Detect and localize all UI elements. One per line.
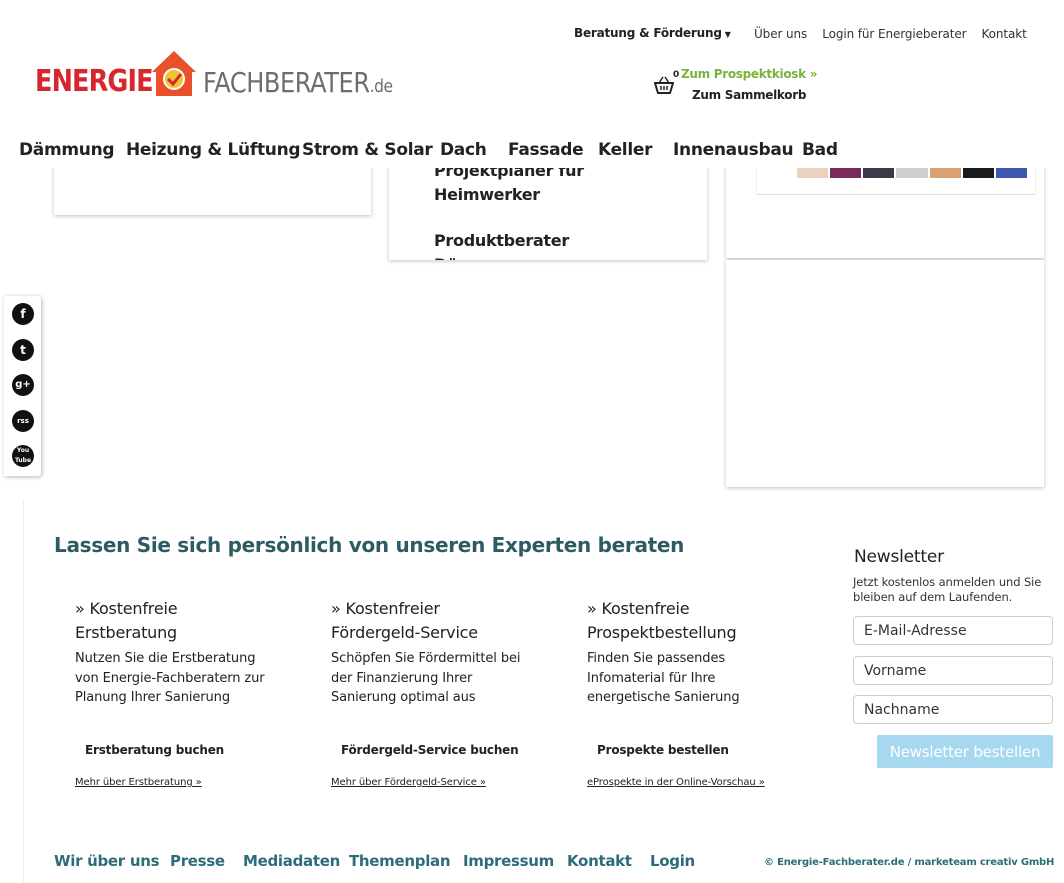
top-links: Über uns Login für Energieberater Kontak… — [754, 27, 1042, 41]
facebook-icon[interactable]: f — [12, 303, 34, 325]
nav-dach[interactable]: Dach — [440, 140, 487, 160]
prospektkiosk-link[interactable]: Zum Prospektkiosk » — [681, 67, 817, 81]
experts-title: Lassen Sie sich persönlich von unseren E… — [54, 533, 685, 557]
google-plus-icon[interactable]: g+ — [12, 374, 34, 396]
footer-link-wir-ueber-uns[interactable]: Wir über uns — [54, 852, 160, 870]
sammelkorb-link[interactable]: Zum Sammelkorb — [692, 88, 806, 102]
top-link-login[interactable]: Login für Energieberater — [822, 27, 966, 41]
youtube-icon[interactable]: You Tube — [12, 445, 34, 467]
logo-fachberater: FACHBERATER.de — [203, 66, 393, 99]
nav-fassade[interactable]: Fassade — [508, 140, 584, 160]
nav-strom-solar[interactable]: Strom & Solar — [302, 140, 433, 160]
eprospekte-link[interactable]: eProspekte in der Online-Vorschau » — [587, 777, 765, 788]
logo-fachberater-text: FACHBERATER — [203, 66, 370, 99]
footer-link-themenplan[interactable]: Themenplan — [349, 852, 451, 870]
basket-svg — [653, 76, 675, 94]
beratung-dropdown[interactable]: Beratung & Förderung ▼ — [574, 26, 731, 40]
footer-link-presse[interactable]: Presse — [170, 852, 225, 870]
nav-bad[interactable]: Bad — [802, 140, 838, 160]
foerdergeld-button[interactable]: Fördergeld-Service buchen — [341, 743, 519, 757]
site-logo[interactable]: ENERGIE FACHBERATER.de — [35, 46, 415, 102]
column-heading[interactable]: » Kostenfreie Erstberatung — [75, 597, 275, 645]
logo-tld: .de — [369, 76, 393, 97]
nav-heizung[interactable]: Heizung & Lüftung — [126, 140, 301, 160]
logo-energie: ENERGIE — [35, 64, 154, 99]
content-box-ad — [726, 260, 1044, 487]
footer-link-login[interactable]: Login — [650, 852, 695, 870]
main-nav: Dämmung Heizung & Lüftung Strom & Solar … — [0, 132, 1064, 168]
column-heading[interactable]: » Kostenfreier Fördergeld-Service — [331, 597, 531, 645]
footer-link-kontakt[interactable]: Kontakt — [567, 852, 632, 870]
copyright: © Energie-Fachberater.de / marketeam cre… — [764, 857, 1055, 868]
produktberater-link[interactable]: Produktberater Dämmung — [434, 229, 594, 260]
beratung-label: Beratung & Förderung — [574, 26, 722, 40]
nav-keller[interactable]: Keller — [598, 140, 652, 160]
newsletter-title: Newsletter — [854, 547, 944, 567]
expert-column-erstberatung: » Kostenfreie Erstberatung Nutzen Sie di… — [75, 597, 275, 788]
basket-count: 0 — [673, 70, 680, 80]
newsletter-submit-button[interactable]: Newsletter bestellen — [877, 735, 1053, 768]
column-text: Schöpfen Sie Fördermittel bei der Finanz… — [331, 651, 521, 705]
erstberatung-button[interactable]: Erstberatung buchen — [85, 743, 224, 757]
divider — [23, 500, 24, 883]
nav-daemmung[interactable]: Dämmung — [19, 140, 115, 160]
column-text: Finden Sie passendes Infomaterial für Ih… — [587, 651, 740, 705]
erstberatung-more-link[interactable]: Mehr über Erstberatung » — [75, 777, 202, 788]
newsletter-firstname-input[interactable] — [853, 656, 1053, 685]
footer-link-mediadaten[interactable]: Mediadaten — [243, 852, 340, 870]
prospekte-button[interactable]: Prospekte bestellen — [597, 743, 729, 757]
foerdergeld-more-link[interactable]: Mehr über Fördergeld-Service » — [331, 777, 486, 788]
column-text: Nutzen Sie die Erstberatung von Energie-… — [75, 651, 265, 705]
footer-link-impressum[interactable]: Impressum — [463, 852, 554, 870]
expert-column-prospekte: » Kostenfreie Prospektbestellung Finden … — [587, 597, 787, 788]
social-sidebar: f t g+ rss You Tube — [4, 296, 41, 476]
rss-icon[interactable]: rss — [12, 410, 34, 432]
top-link-ueber-uns[interactable]: Über uns — [754, 27, 807, 41]
newsletter-email-input[interactable] — [853, 616, 1053, 645]
caret-down-icon: ▼ — [724, 30, 731, 39]
twitter-icon[interactable]: t — [12, 339, 34, 361]
expert-column-foerdergeld: » Kostenfreier Fördergeld-Service Schöpf… — [331, 597, 531, 788]
page: Beratung & Förderung ▼ Über uns Login für… — [0, 0, 1064, 883]
house-check-icon — [152, 51, 196, 96]
top-link-kontakt[interactable]: Kontakt — [982, 27, 1027, 41]
newsletter-lastname-input[interactable] — [853, 695, 1053, 724]
column-heading[interactable]: » Kostenfreie Prospektbestellung — [587, 597, 787, 645]
basket-icon[interactable]: 0 — [653, 70, 679, 96]
nav-innenausbau[interactable]: Innenausbau — [673, 140, 794, 160]
newsletter-subtitle: Jetzt kostenlos anmelden und Sie bleiben… — [853, 575, 1042, 604]
